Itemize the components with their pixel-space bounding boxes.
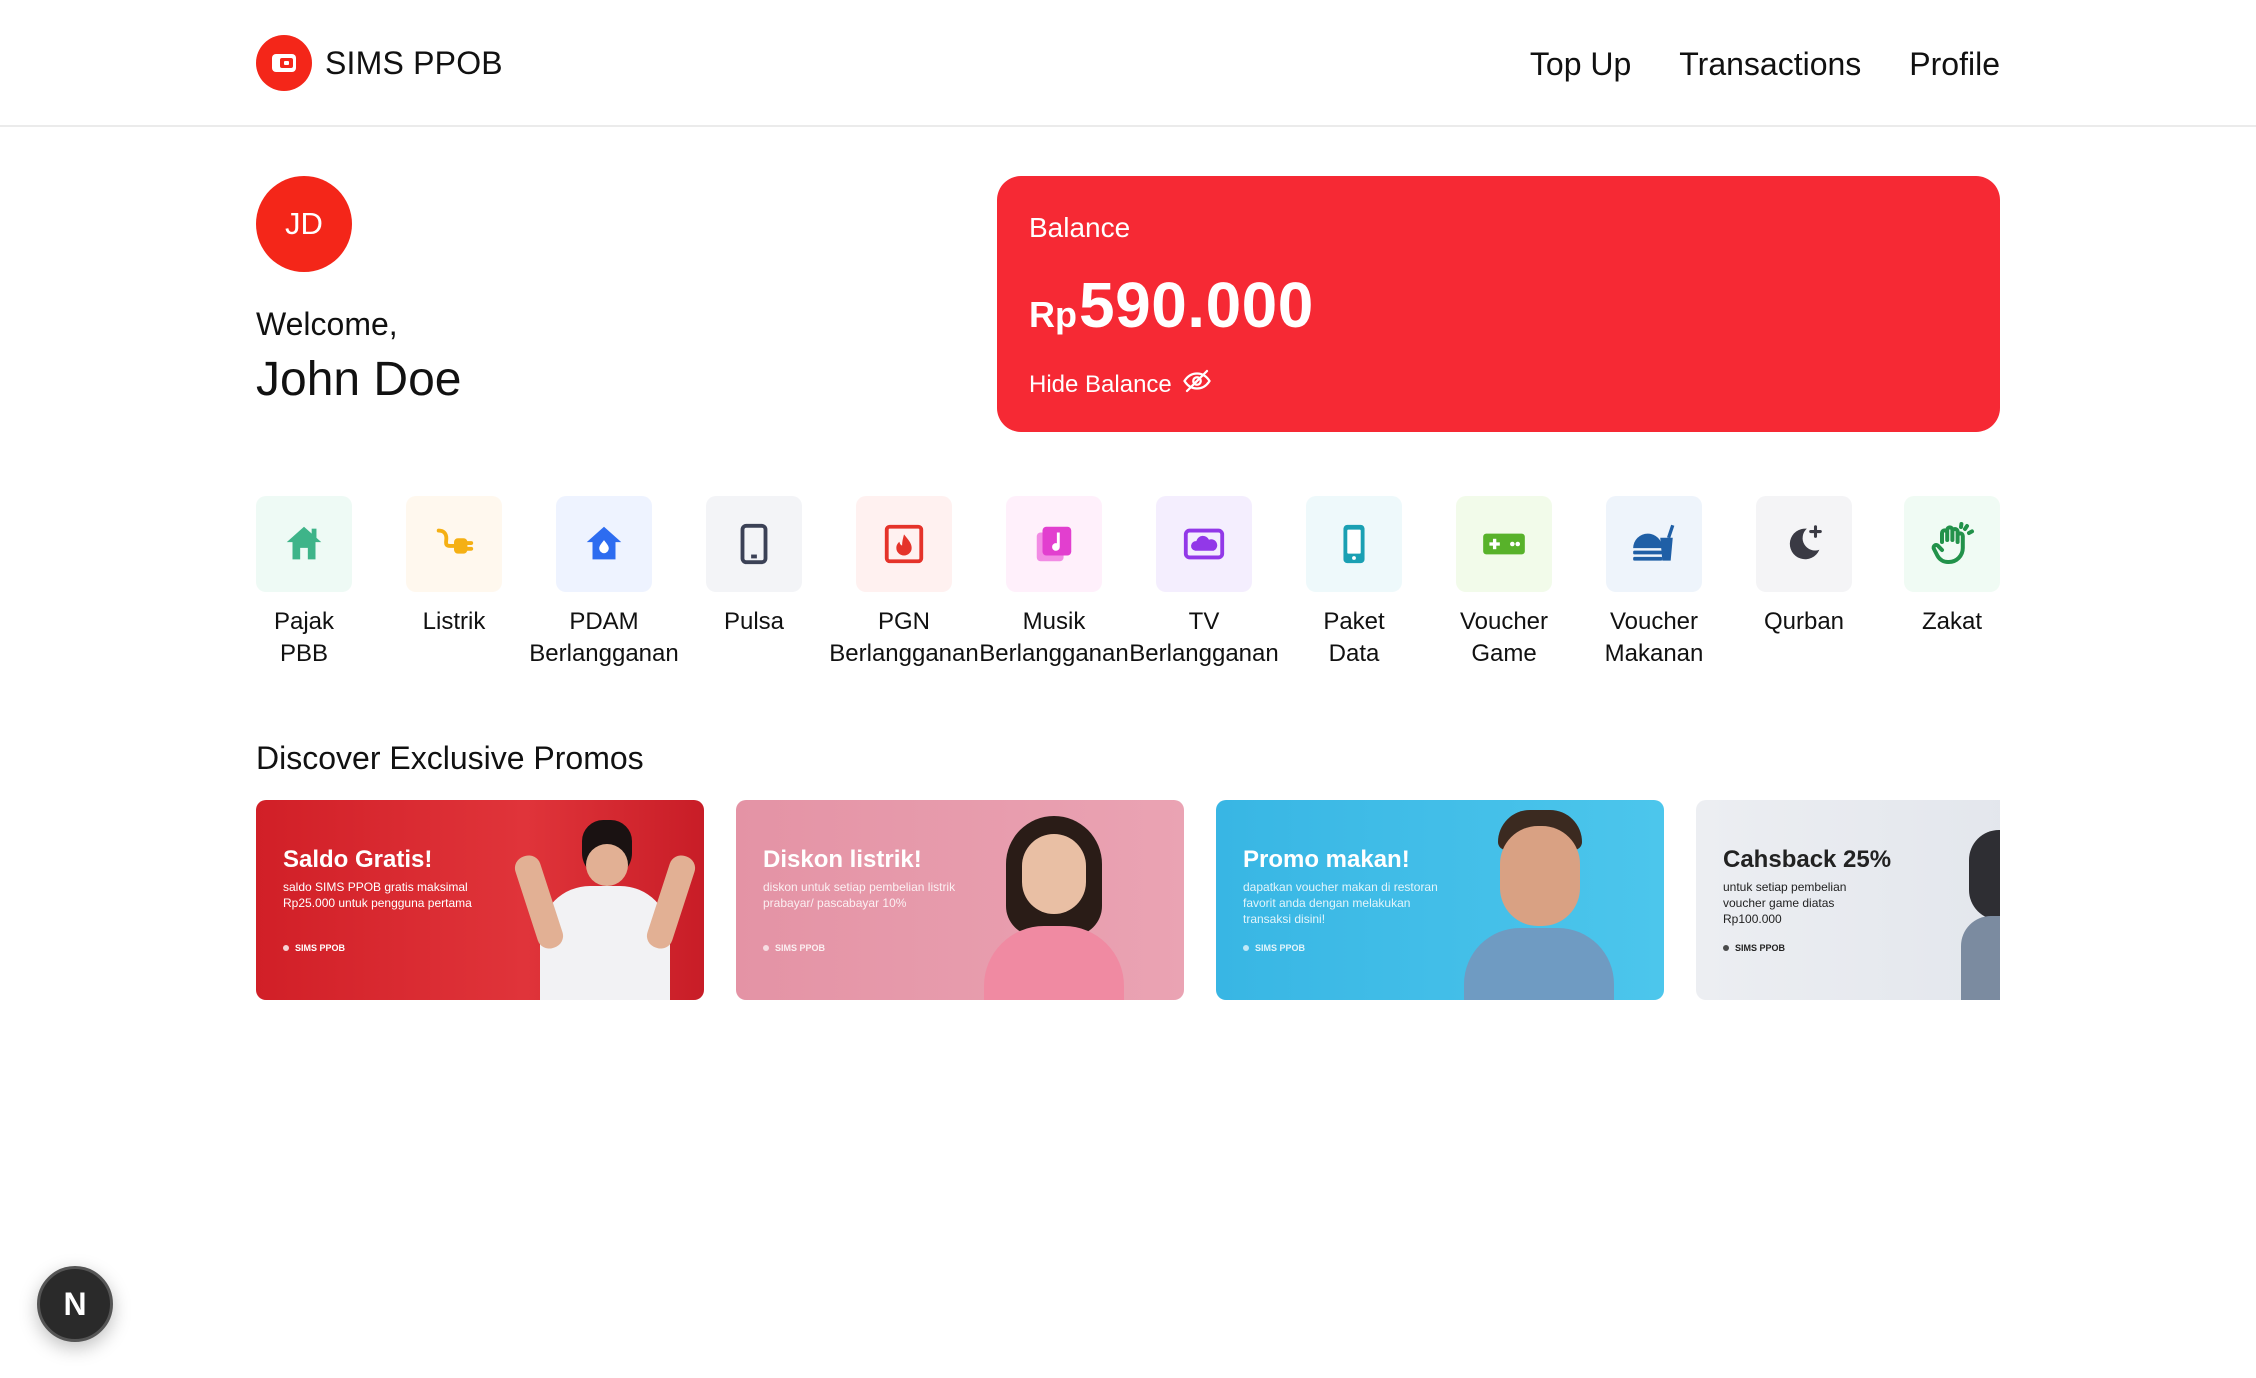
service-tv[interactable]: TV Berlangganan bbox=[1129, 496, 1279, 670]
promo-brand: SIMS PPOB bbox=[1243, 943, 1305, 953]
promo-photo-person bbox=[984, 806, 1124, 1000]
promo-card-saldo-gratis[interactable]: Saldo Gratis! saldo SIMS PPOB gratis mak… bbox=[256, 800, 704, 1000]
service-label: Paket Data bbox=[1323, 608, 1385, 667]
fire-icon bbox=[856, 496, 952, 592]
tv-icon bbox=[1156, 496, 1252, 592]
service-musik[interactable]: Musik Berlangganan bbox=[979, 496, 1129, 670]
main-nav: Top Up Transactions Profile bbox=[1530, 42, 2000, 86]
balance-value: 590.000 bbox=[1079, 269, 1314, 341]
balance-currency: Rp bbox=[1029, 294, 1077, 335]
promo-carousel[interactable]: Saldo Gratis! saldo SIMS PPOB gratis mak… bbox=[256, 800, 2000, 1002]
service-voucher-game[interactable]: Voucher Game bbox=[1429, 496, 1579, 670]
service-pgn[interactable]: PGN Berlangganan bbox=[829, 496, 979, 670]
user-name: John Doe bbox=[256, 353, 462, 406]
top-navbar: SIMS PPOB Top Up Transactions Profile bbox=[0, 0, 2256, 127]
promo-description: diskon untuk setiap pembelian listrik pr… bbox=[763, 880, 956, 910]
service-label: PGN Berlangganan bbox=[829, 608, 979, 667]
water-house-icon bbox=[556, 496, 652, 592]
promo-card-cashback[interactable]: Cahsback 25% untuk setiap pembelian vouc… bbox=[1696, 800, 2000, 1000]
promo-title: Promo makan! bbox=[1243, 846, 1410, 873]
service-pdam[interactable]: PDAM Berlangganan bbox=[529, 496, 679, 670]
promo-section-title: Discover Exclusive Promos bbox=[256, 740, 644, 776]
service-zakat[interactable]: Zakat bbox=[1877, 496, 2027, 638]
service-pulsa[interactable]: Pulsa bbox=[679, 496, 829, 638]
music-icon bbox=[1006, 496, 1102, 592]
nextjs-dev-badge[interactable]: N bbox=[37, 1266, 113, 1342]
service-label: Voucher Makanan bbox=[1604, 608, 1704, 667]
service-label: Voucher Game bbox=[1459, 608, 1549, 667]
service-label: TV Berlangganan bbox=[1129, 608, 1279, 667]
avatar: JD bbox=[256, 176, 352, 272]
hide-balance-label: Hide Balance bbox=[1029, 370, 1172, 398]
welcome-text: Welcome, bbox=[256, 306, 398, 342]
brand-name: SIMS PPOB bbox=[325, 44, 503, 81]
food-icon bbox=[1606, 496, 1702, 592]
service-label: Zakat bbox=[1921, 608, 1983, 635]
service-label: Pajak PBB bbox=[273, 608, 335, 667]
phone-icon bbox=[706, 496, 802, 592]
gamepad-icon bbox=[1456, 496, 1552, 592]
service-pajak-pbb[interactable]: Pajak PBB bbox=[229, 496, 379, 670]
service-grid: Pajak PBB Listrik PDAM Berlangganan Puls… bbox=[256, 496, 2000, 676]
service-label: PDAM Berlangganan bbox=[529, 608, 679, 667]
promo-title: Saldo Gratis! bbox=[283, 846, 433, 873]
service-label: Qurban bbox=[1763, 608, 1845, 635]
service-qurban[interactable]: Qurban bbox=[1729, 496, 1879, 638]
moon-icon bbox=[1756, 496, 1852, 592]
wallet-logo-icon bbox=[256, 35, 312, 91]
hand-icon bbox=[1904, 496, 2000, 592]
balance-card: Balance Rp 590.000 Hide Balance bbox=[997, 176, 2000, 432]
promo-title: Cahsback 25% bbox=[1723, 846, 1892, 873]
promo-description: saldo SIMS PPOB gratis maksimal Rp25.000… bbox=[283, 880, 472, 910]
balance-amount: Rp 590.000 bbox=[1029, 268, 1314, 342]
house-icon bbox=[256, 496, 352, 592]
service-paket-data[interactable]: Paket Data bbox=[1279, 496, 1429, 670]
nav-top-up[interactable]: Top Up bbox=[1530, 42, 1631, 86]
service-listrik[interactable]: Listrik bbox=[379, 496, 529, 638]
mobile-icon bbox=[1306, 496, 1402, 592]
promo-description: untuk setiap pembelian voucher game diat… bbox=[1723, 880, 1847, 926]
promo-photo-person bbox=[1464, 810, 1614, 1000]
service-voucher-makanan[interactable]: Voucher Makanan bbox=[1579, 496, 1729, 670]
promo-card-diskon-listrik[interactable]: Diskon listrik! diskon untuk setiap pemb… bbox=[736, 800, 1184, 1000]
service-label: Musik Berlangganan bbox=[979, 608, 1129, 667]
hide-balance-button[interactable]: Hide Balance bbox=[1029, 366, 1212, 403]
promo-brand: SIMS PPOB bbox=[1723, 943, 1785, 953]
service-label: Listrik bbox=[422, 608, 486, 635]
balance-label: Balance bbox=[1029, 212, 1131, 243]
promo-photo-person bbox=[511, 814, 699, 1000]
nav-transactions[interactable]: Transactions bbox=[1679, 42, 1861, 86]
promo-photo-person bbox=[1961, 830, 2000, 1000]
brand-logo-link[interactable]: SIMS PPOB bbox=[256, 35, 503, 91]
promo-description: dapatkan voucher makan di restoran favor… bbox=[1243, 880, 1438, 926]
promo-brand: SIMS PPOB bbox=[763, 943, 825, 953]
plug-icon bbox=[406, 496, 502, 592]
promo-brand: SIMS PPOB bbox=[283, 943, 345, 953]
promo-title: Diskon listrik! bbox=[763, 846, 922, 873]
promo-card-promo-makan[interactable]: Promo makan! dapatkan voucher makan di r… bbox=[1216, 800, 1664, 1000]
nav-profile[interactable]: Profile bbox=[1909, 42, 2000, 86]
eye-off-icon bbox=[1182, 366, 1212, 403]
service-label: Pulsa bbox=[723, 608, 785, 635]
